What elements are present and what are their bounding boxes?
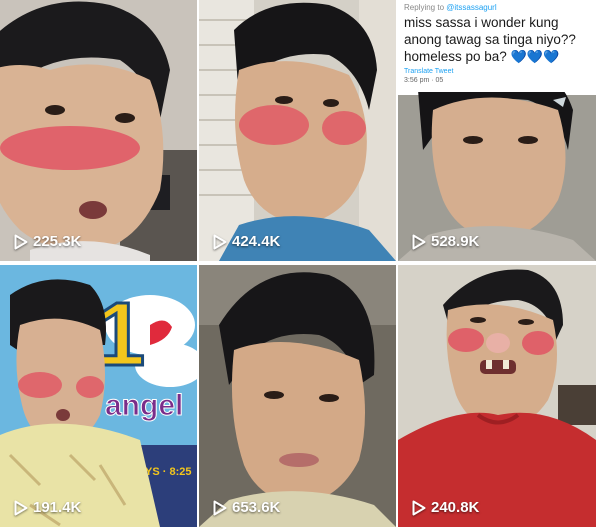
tweet-translate-link: Translate Tweet bbox=[404, 68, 454, 75]
video-6-preview bbox=[398, 265, 596, 527]
video-thumbnail-4[interactable]: 1 angel YS · 8:25 191.4K bbox=[0, 265, 197, 527]
video-2-preview bbox=[199, 0, 396, 261]
video-thumbnail-6[interactable]: 240.8K bbox=[398, 265, 596, 527]
tweet-screenshot: Replying to @itssassagurl miss sassa i w… bbox=[398, 0, 596, 92]
tweet-replying-handle: @itssassagurl bbox=[446, 3, 497, 12]
video-thumbnail-1[interactable]: 225.3K bbox=[0, 0, 197, 261]
view-count-6: 240.8K bbox=[412, 499, 479, 516]
view-count-label: 424.4K bbox=[232, 233, 281, 250]
play-icon bbox=[412, 500, 426, 515]
view-count-label: 653.6K bbox=[232, 499, 281, 516]
tweet-time: 3:56 pm · 05 bbox=[404, 77, 444, 84]
video-5-preview bbox=[199, 265, 396, 527]
view-count-label: 240.8K bbox=[431, 499, 480, 516]
video-4-preview: 1 angel YS · 8:25 bbox=[0, 265, 197, 527]
video-thumbnail-2[interactable]: 424.4K bbox=[199, 0, 396, 261]
view-count-2: 424.4K bbox=[213, 233, 280, 250]
view-count-label: 191.4K bbox=[33, 499, 82, 516]
tweet-replying-prefix: Replying to bbox=[404, 3, 445, 12]
view-count-1: 225.3K bbox=[14, 233, 81, 250]
heart-emoji-icon: 💙💙💙 bbox=[510, 49, 560, 64]
play-icon bbox=[14, 234, 28, 249]
video-thumbnail-3[interactable]: Replying to @itssassagurl miss sassa i w… bbox=[398, 0, 596, 261]
play-icon bbox=[14, 500, 28, 515]
video-1-preview bbox=[0, 0, 197, 261]
play-icon bbox=[412, 234, 426, 249]
poster-word: angel bbox=[105, 389, 183, 422]
view-count-3: 528.9K bbox=[412, 233, 479, 250]
view-count-label: 225.3K bbox=[33, 233, 82, 250]
play-icon bbox=[213, 500, 227, 515]
video-grid: 225.3K 424.4K Replying to @itssassagurl … bbox=[0, 0, 596, 527]
tweet-replying-to: Replying to @itssassagurl bbox=[404, 3, 590, 12]
tweet-text: miss sassa i wonder kung anong tawag sa … bbox=[404, 14, 590, 65]
play-icon bbox=[213, 234, 227, 249]
view-count-4: 191.4K bbox=[14, 499, 81, 516]
poster-partial-text: YS · 8:25 bbox=[145, 466, 191, 478]
video-thumbnail-5[interactable]: 653.6K bbox=[199, 265, 396, 527]
view-count-label: 528.9K bbox=[431, 233, 480, 250]
view-count-5: 653.6K bbox=[213, 499, 280, 516]
